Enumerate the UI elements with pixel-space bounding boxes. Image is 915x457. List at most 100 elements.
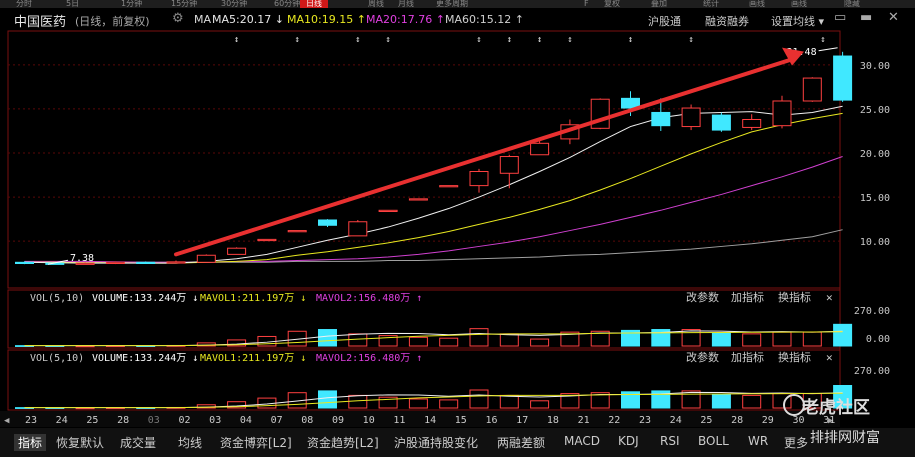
candle-body bbox=[348, 221, 368, 237]
volume-bar bbox=[772, 331, 792, 347]
signal-marker: ↕ bbox=[385, 35, 390, 45]
vol-panel-tool[interactable]: 加指标 bbox=[731, 290, 764, 304]
price-panel-frame bbox=[7, 30, 841, 289]
signal-marker: ↕ bbox=[476, 35, 481, 45]
x-axis-label: 24 bbox=[670, 415, 682, 426]
signal-marker: ↕ bbox=[234, 35, 239, 45]
signal-marker: ↕ bbox=[820, 35, 825, 45]
x-axis-label: 11 bbox=[393, 415, 405, 426]
candle-body bbox=[833, 55, 853, 101]
scroll-left-icon: ◀ bbox=[4, 416, 10, 426]
vol-tick-label: 0.00 bbox=[866, 334, 890, 345]
signal-marker: ↕ bbox=[567, 35, 572, 45]
x-axis-label: 04 bbox=[240, 415, 252, 426]
trend-arrow-line bbox=[174, 56, 796, 257]
indicator-tab[interactable]: MACD bbox=[564, 434, 600, 448]
candle-body bbox=[772, 100, 792, 127]
candle-body bbox=[287, 230, 307, 233]
candle-body bbox=[530, 142, 550, 156]
candle-body bbox=[439, 185, 459, 188]
vol-panel-tool[interactable]: 加指标 bbox=[731, 350, 764, 364]
volume-bar bbox=[530, 400, 550, 409]
indicator-tab[interactable]: 资金趋势[L2] bbox=[307, 434, 379, 451]
volume-bar bbox=[681, 329, 701, 347]
x-axis-label: 18 bbox=[547, 415, 559, 426]
indicator-tab[interactable]: WR bbox=[748, 434, 768, 448]
indicator-tab[interactable]: 两融差额 bbox=[497, 434, 545, 451]
vol-panel-tool[interactable]: 换指标 bbox=[778, 290, 811, 304]
candle-body bbox=[408, 198, 428, 201]
candle-body bbox=[318, 219, 337, 226]
vol-panel-tool[interactable]: 换指标 bbox=[778, 350, 811, 364]
candle-body bbox=[469, 171, 489, 187]
volume-bar bbox=[469, 328, 489, 347]
x-axis-label: 23 bbox=[639, 415, 651, 426]
x-axis-label: 25 bbox=[700, 415, 712, 426]
x-axis-label: 24 bbox=[56, 415, 68, 426]
volume-bar bbox=[469, 389, 489, 409]
volume-bar bbox=[348, 333, 368, 347]
vol-legend-item: VOL(5,10) bbox=[30, 293, 84, 304]
indicator-tab[interactable]: 成交量 bbox=[120, 434, 156, 451]
vol-panel-tool[interactable]: 改参数 bbox=[686, 350, 719, 364]
candle-body bbox=[802, 77, 822, 102]
candle-body bbox=[378, 209, 398, 212]
indicator-tab[interactable]: 资金博弈[L2] bbox=[220, 434, 292, 451]
volume-bar bbox=[439, 399, 459, 409]
x-axis-label: 22 bbox=[608, 415, 620, 426]
vol-panel-tool[interactable]: ✕ bbox=[826, 291, 833, 304]
x-axis-label: 16 bbox=[485, 415, 497, 426]
signal-marker: ↕ bbox=[355, 35, 360, 45]
x-axis-label: 28 bbox=[117, 415, 129, 426]
low-price-label: 7.38 bbox=[70, 253, 94, 264]
price-tick-label: 10.00 bbox=[860, 237, 890, 248]
high-pointer bbox=[818, 47, 838, 52]
indicator-tab[interactable]: 指标 bbox=[14, 434, 47, 451]
volume-bar bbox=[499, 333, 519, 347]
candle-body bbox=[681, 107, 701, 128]
candle-body bbox=[651, 111, 671, 127]
candle-body bbox=[742, 119, 762, 128]
indicator-tab[interactable]: 更多 bbox=[784, 434, 808, 451]
x-axis-label: 28 bbox=[731, 415, 743, 426]
x-axis-label: 09 bbox=[332, 415, 344, 426]
indicator-tab-bar: 指标 恢复默认 成交量 均线 资金博弈[L2] 资金趋势[L2] 沪股通持股变化 两融差额 MA… bbox=[0, 428, 915, 457]
x-axis-label: 02 bbox=[178, 415, 190, 426]
vol-panel-tool[interactable]: 改参数 bbox=[686, 290, 719, 304]
price-tick-label: 20.00 bbox=[860, 149, 890, 160]
volume-bar bbox=[408, 336, 428, 347]
x-axis-label: 21 bbox=[578, 415, 590, 426]
vol-legend-item: VOLUME:133.244万 ↓ bbox=[92, 293, 198, 304]
indicator-tab[interactable]: KDJ bbox=[618, 434, 639, 448]
volume-bar bbox=[499, 394, 519, 409]
vol-legend-item: MAVOL1:211.197万 ↓ bbox=[200, 353, 306, 364]
indicator-tab[interactable]: BOLL bbox=[698, 434, 729, 448]
candle-body bbox=[136, 261, 156, 265]
volume-bar bbox=[802, 331, 822, 347]
x-axis-label: 08 bbox=[301, 415, 313, 426]
vol-tick-label: 270.00 bbox=[854, 366, 890, 377]
candle-body bbox=[711, 114, 731, 131]
watermark-pai-text: 排排网财富 bbox=[810, 430, 880, 446]
x-axis-label: 03 bbox=[209, 415, 221, 426]
volume-bar bbox=[833, 323, 853, 347]
candle-body bbox=[15, 261, 34, 265]
x-axis-label: 03 bbox=[148, 415, 160, 426]
indicator-tab[interactable]: RSI bbox=[660, 434, 680, 448]
volume-bar bbox=[408, 398, 428, 409]
vol-legend-item: VOLUME:133.244万 ↓ bbox=[92, 353, 198, 364]
x-axis-label: 29 bbox=[762, 415, 774, 426]
candle-body bbox=[499, 156, 519, 174]
indicator-tab[interactable]: 沪股通持股变化 bbox=[394, 434, 478, 451]
volume-bar bbox=[681, 390, 701, 409]
candle-body bbox=[257, 238, 277, 242]
candle-body bbox=[227, 247, 247, 255]
vol-panel-tool[interactable]: ✕ bbox=[826, 351, 833, 364]
indicator-tab[interactable]: 均线 bbox=[178, 434, 202, 451]
x-axis-label: 14 bbox=[424, 415, 436, 426]
signal-marker: ↕ bbox=[628, 35, 633, 45]
price-tick-label: 25.00 bbox=[860, 105, 890, 116]
volume-bar bbox=[711, 394, 731, 409]
x-axis-label: 10 bbox=[363, 415, 375, 426]
indicator-tab[interactable]: 恢复默认 bbox=[56, 434, 104, 451]
